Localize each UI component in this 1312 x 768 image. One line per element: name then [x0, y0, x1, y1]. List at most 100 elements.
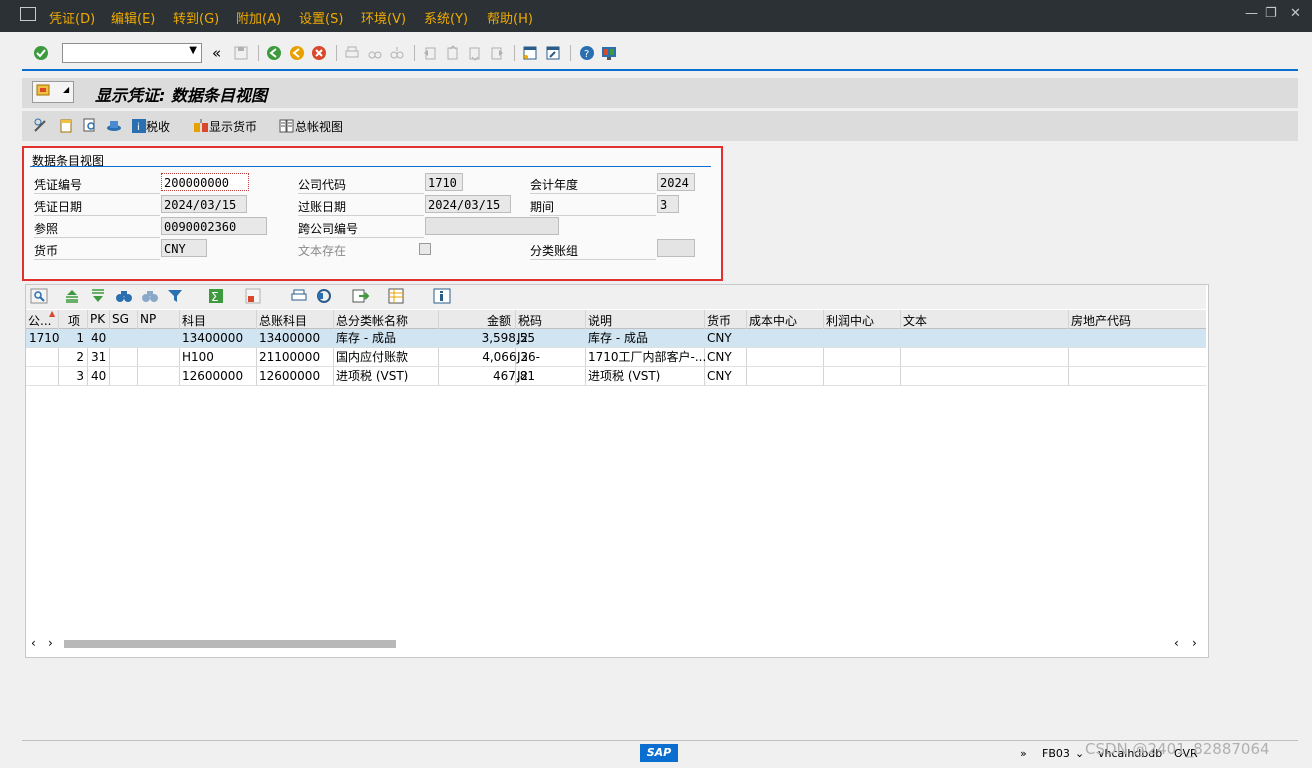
find-icon[interactable]	[115, 288, 133, 304]
system-menu-icon[interactable]	[20, 7, 36, 21]
scroll-left-icon[interactable]: ‹	[1174, 636, 1179, 650]
close-window-button[interactable]: ✕	[1290, 6, 1301, 21]
scroll-right-icon[interactable]: ›	[48, 636, 53, 650]
menu-document[interactable]: 凭证(D)	[49, 8, 95, 27]
company-code-field[interactable]: 1710	[425, 173, 463, 191]
group-divider	[30, 166, 711, 167]
scrollbar-thumb[interactable]	[64, 640, 396, 648]
table-row[interactable]: 3 40 12600000 12600000 进项税 (VST) 467.81 …	[26, 367, 1206, 386]
chevron-down-icon[interactable]: ⌄	[1075, 747, 1084, 760]
cross-company-field[interactable]	[425, 217, 559, 235]
sort-ascending-icon[interactable]	[63, 288, 81, 304]
ledger-icon	[279, 119, 294, 133]
menu-settings[interactable]: 设置(S)	[299, 8, 343, 27]
ledger-group-field[interactable]	[657, 239, 695, 257]
info-icon[interactable]	[433, 288, 451, 304]
gui-menu-button[interactable]: ◢	[32, 81, 74, 103]
reference-field[interactable]: 0090002360	[161, 217, 267, 235]
find-next-icon[interactable]	[141, 288, 159, 304]
sort-descending-icon[interactable]	[89, 288, 107, 304]
exit-icon[interactable]	[289, 45, 305, 61]
layout-icon[interactable]	[388, 288, 406, 304]
col-special-gl[interactable]: SG	[112, 312, 129, 326]
shortcut-icon[interactable]	[545, 45, 561, 61]
gl-view-button[interactable]: 总帐视图	[279, 118, 343, 135]
currency-field[interactable]: CNY	[161, 239, 207, 257]
sum-icon[interactable]: Σ	[208, 288, 226, 304]
cell-posting-key: 31	[91, 350, 107, 364]
create-session-icon[interactable]	[522, 45, 538, 61]
search-document-icon[interactable]	[82, 117, 98, 133]
col-gl-name[interactable]: 总分类帐名称	[336, 312, 408, 329]
col-description[interactable]: 说明	[588, 312, 612, 329]
col-company-code[interactable]: 公...	[28, 312, 51, 329]
back-icon[interactable]	[266, 45, 282, 61]
help-icon[interactable]: ?	[579, 45, 595, 61]
cell-gl-account: 12600000	[259, 369, 321, 383]
status-expand-icon[interactable]: »	[1020, 747, 1027, 760]
col-gl-account[interactable]: 总账科目	[259, 312, 307, 329]
fiscal-year-field[interactable]: 2024	[657, 173, 695, 191]
nav-back-double-icon[interactable]: «	[212, 44, 221, 62]
col-account[interactable]: 科目	[182, 312, 206, 329]
col-cost-center[interactable]: 成本中心	[749, 312, 797, 329]
reference-label: 参照	[34, 220, 160, 238]
col-real-estate[interactable]: 房地产代码	[1071, 312, 1131, 329]
cell-currency: CNY	[707, 350, 732, 364]
print-preview-icon[interactable]	[290, 288, 308, 304]
menu-extras[interactable]: 附加(A)	[236, 8, 281, 27]
hat-icon[interactable]	[106, 117, 122, 133]
col-posting-key[interactable]: PK	[90, 312, 105, 326]
command-field[interactable]: ▼	[62, 43, 202, 63]
save-icon	[234, 46, 248, 60]
menu-edit[interactable]: 编辑(E)	[111, 8, 155, 27]
display-currency-button[interactable]: 显示货币	[193, 118, 257, 135]
sap-logo: SAP	[640, 744, 678, 762]
enter-check-icon[interactable]	[33, 45, 49, 61]
text-exists-label: 文本存在	[298, 244, 347, 258]
col-text[interactable]: 文本	[903, 312, 927, 329]
minimize-button[interactable]: —	[1245, 6, 1258, 21]
restore-button[interactable]: ❐	[1265, 6, 1277, 21]
currency-icon	[194, 119, 208, 132]
chevron-down-icon[interactable]: ▼	[189, 45, 197, 56]
scroll-right-icon[interactable]: ›	[1192, 636, 1197, 650]
views-icon[interactable]	[315, 288, 333, 304]
customize-layout-icon[interactable]	[601, 45, 617, 61]
menu-goto[interactable]: 转到(G)	[173, 8, 219, 27]
document-icon[interactable]	[58, 117, 74, 133]
doc-date-label: 凭证日期	[34, 198, 160, 216]
table-row[interactable]: 2 31 H100 21100000 国内应付账款 4,066.36- J2 1…	[26, 348, 1206, 367]
display-change-icon[interactable]	[33, 117, 49, 133]
posting-date-field[interactable]: 2024/03/15	[425, 195, 511, 213]
col-np[interactable]: NP	[140, 312, 156, 326]
find-next-icon	[390, 47, 404, 59]
menu-environment[interactable]: 环境(V)	[361, 8, 406, 27]
details-icon[interactable]	[30, 288, 48, 304]
subtotals-icon[interactable]	[245, 288, 263, 304]
cell-currency: CNY	[707, 331, 732, 345]
fiscal-year-label: 会计年度	[530, 176, 656, 194]
text-exists-checkbox[interactable]	[419, 243, 431, 255]
doc-number-field[interactable]: 200000000	[161, 173, 249, 191]
sort-indicator-icon: ▲	[49, 309, 56, 318]
menu-system[interactable]: 系统(Y)	[424, 8, 468, 27]
col-profit-center[interactable]: 利润中心	[826, 312, 874, 329]
col-amount[interactable]: 金额	[487, 312, 511, 329]
doc-date-field[interactable]: 2024/03/15	[161, 195, 247, 213]
filter-icon[interactable]	[167, 288, 185, 304]
menu-help[interactable]: 帮助(H)	[487, 8, 533, 27]
toolbar-separator	[336, 45, 337, 61]
period-label: 期间	[530, 198, 656, 216]
tax-button[interactable]: i 税收	[132, 118, 170, 135]
period-field[interactable]: 3	[657, 195, 679, 213]
col-currency[interactable]: 货币	[707, 312, 731, 329]
export-icon[interactable]	[352, 288, 370, 304]
col-tax-code[interactable]: 税码	[518, 312, 542, 329]
cell-company-code: 1710	[29, 331, 60, 345]
col-item[interactable]: 项	[68, 312, 80, 329]
small-triangle-icon: ◢	[63, 85, 70, 94]
cancel-icon[interactable]	[311, 45, 327, 61]
scroll-left-icon[interactable]: ‹	[31, 636, 36, 650]
table-row[interactable]: 1710 1 40 13400000 13400000 库存 - 成品 3,59…	[26, 329, 1206, 348]
